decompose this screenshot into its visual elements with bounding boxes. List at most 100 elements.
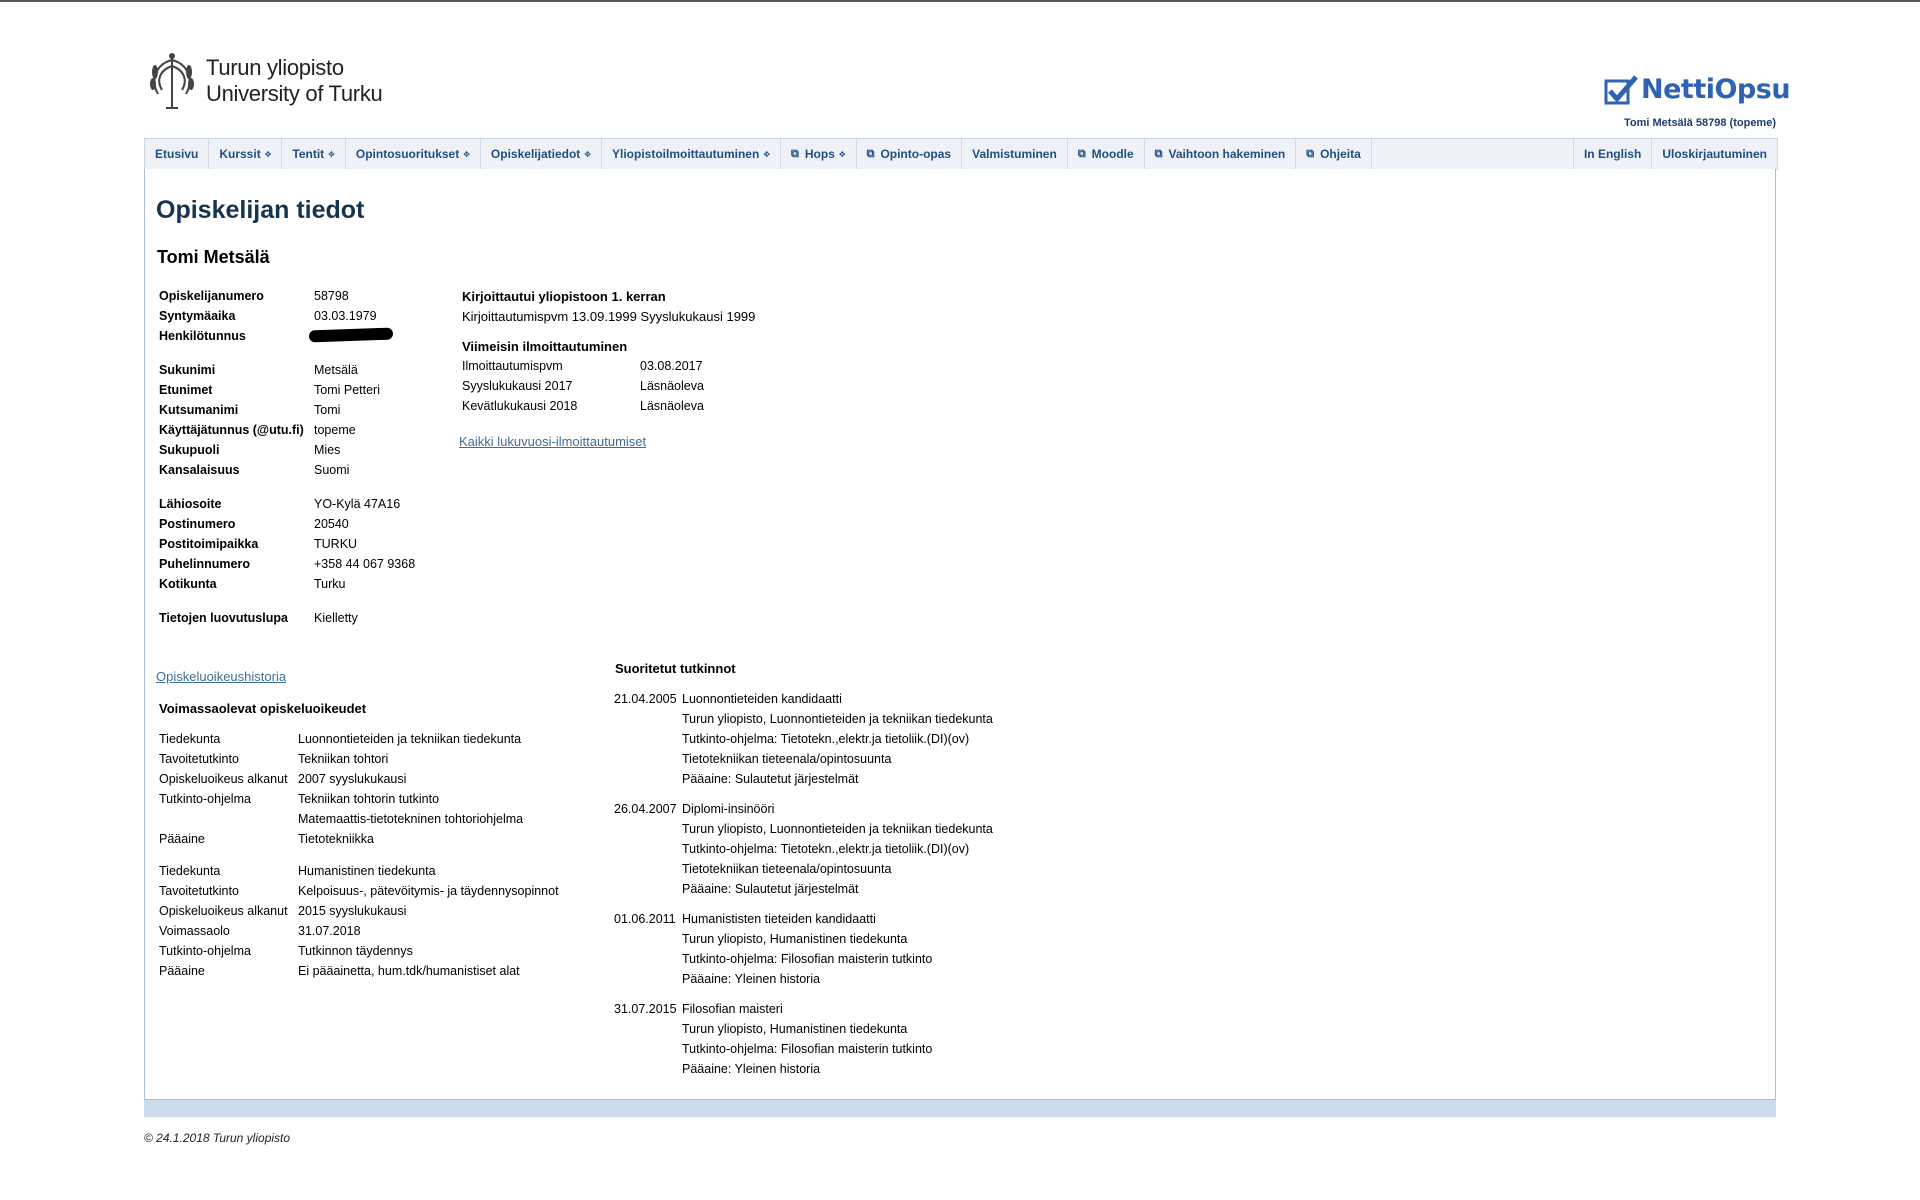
info-value: Mies (314, 443, 341, 457)
degree-detail: Turun yliopisto, Humanistinen tiedekunta (682, 932, 908, 946)
dropdown-icon: ✥ (264, 149, 272, 159)
first-enrollment-heading: Kirjoittautui yliopistoon 1. kerran (462, 289, 666, 304)
nav-opiskelijatiedot[interactable]: Opiskelijatiedot ✥ (481, 139, 602, 169)
dropdown-icon: ✥ (328, 149, 335, 159)
footer-bar (144, 1100, 1776, 1117)
info-value: +358 44 067 9368 (314, 557, 416, 571)
university-logo[interactable]: Turun yliopisto University of Turku (146, 50, 383, 112)
nav-label: Uloskirjautuminen (1662, 147, 1767, 161)
info-label: Opiskelijanumero (159, 289, 264, 303)
nav-opintosuoritukset[interactable]: Opintosuoritukset ✥ (346, 139, 481, 169)
degree-detail: Tutkinto-ohjelma: Tietotekn.,elektr.ja t… (682, 842, 970, 856)
nav-hops[interactable]: ⧉ Hops ✥ (781, 139, 857, 169)
info-row: Kotikunta Turku (159, 577, 415, 597)
info-row: Sukupuoli Mies (159, 443, 415, 463)
info-value: Tomi Petteri (314, 383, 380, 397)
nav-label: Opiskelijatiedot (490, 147, 581, 161)
external-link-icon: ⧉ (866, 147, 875, 160)
nav-in-english[interactable]: In English (1574, 139, 1653, 169)
right-label: Tutkinto-ohjelma (159, 944, 251, 958)
right-row: Voimassaolo 31.07.2018 (159, 924, 559, 944)
external-link-icon: ⧉ (1306, 147, 1315, 160)
degree-title: Filosofian maisteri (682, 1002, 783, 1016)
copyright: © 24.1.2018 Turun yliopisto (144, 1131, 291, 1145)
nav-etusivu[interactable]: Etusivu (145, 139, 210, 169)
latest-enrollment-heading: Viimeisin ilmoittautuminen (462, 339, 628, 354)
nav-moodle[interactable]: ⧉ Moodle (1068, 139, 1145, 169)
right-row: Tiedekunta Humanistinen tiedekunta (159, 864, 559, 884)
info-value: Turku (314, 577, 346, 591)
latest-enrollment-table: Ilmoittautumispvm 03.08.2017 Syyslukukaus… (462, 359, 704, 419)
student-name: Tomi Metsälä (157, 247, 270, 267)
info-row: Tietojen luovutuslupa Kielletty (159, 611, 415, 631)
study-rights-table: Tiedekunta Luonnontieteiden ja tekniikan … (159, 732, 559, 984)
page-title: Opiskelijan tiedot (156, 196, 365, 224)
nettiopsu-brand[interactable]: NettiOpsu (1604, 74, 1791, 105)
info-row: Etunimet Tomi Petteri (159, 383, 415, 403)
nav-label: In English (1583, 147, 1642, 161)
right-row: Tutkinto-ohjelma Tekniikan tohtorin tutki… (159, 792, 559, 812)
first-enrollment-text: Kirjoittautumispvm 13.09.1999 Syyslukuka… (462, 309, 756, 324)
nav-opinto-opas[interactable]: ⧉ Opinto-opas (857, 139, 963, 169)
degree-date: 26.04.2007 (614, 802, 677, 816)
info-value: 03.03.1979 (314, 309, 377, 323)
all-enrollments-link[interactable]: Kaikki lukuvuosi-ilmoittautumiset (459, 434, 646, 449)
degree-detail: Tietotekniikan tieteenala/opintosuunta (682, 862, 892, 876)
nav-valmistuminen[interactable]: Valmistuminen (962, 139, 1068, 169)
right-value: 31.07.2018 (298, 924, 361, 938)
right-row: Tavoitetutkinto Tekniikan tohtori (159, 752, 559, 772)
info-label: Henkilötunnus (159, 329, 246, 343)
right-value: Kelpoisuus-, pätevöitymis- ja täydennyso… (298, 884, 559, 898)
degree-detail: Turun yliopisto, Humanistinen tiedekunta (682, 1022, 908, 1036)
info-row: Opiskelijanumero 58798 (159, 289, 415, 309)
top-rule (0, 0, 1920, 2)
nav-kurssit[interactable]: Kurssit ✥ (209, 139, 283, 169)
right-label: Voimassaolo (159, 924, 230, 938)
info-label: Etunimet (159, 383, 213, 397)
right-label: Opiskeluoikeus alkanut (159, 904, 288, 918)
right-value: Tekniikan tohtorin tutkinto (298, 792, 440, 806)
degrees-list: 21.04.2005 Luonnontieteiden kandidaatti T… (614, 692, 993, 1092)
nav-label: Kurssit (219, 147, 261, 161)
enrollment-value: 03.08.2017 (640, 359, 703, 373)
right-value: Luonnontieteiden ja tekniikan tiedekunta (298, 732, 522, 746)
degree-date: 01.06.2011 (614, 912, 676, 926)
info-value: Tomi (314, 403, 341, 417)
info-label: Sukunimi (159, 363, 216, 377)
nav-label: Opintosuoritukset (355, 147, 460, 161)
nav-label: Hops (804, 147, 835, 161)
nav-label: Tentit (292, 147, 325, 161)
right-row: Tavoitetutkinto Kelpoisuus-, pätevöitymis… (159, 884, 559, 904)
info-row: Sukunimi Metsälä (159, 363, 415, 383)
right-value: Ei pääainetta, hum.tdk/humanistiset alat (298, 964, 520, 978)
right-label: Tavoitetutkinto (159, 752, 239, 766)
right-row: Opiskeluoikeus alkanut 2007 syyslukukausi (159, 772, 559, 792)
degree-detail: Turun yliopisto, Luonnontieteiden ja tek… (682, 822, 993, 836)
nav-uloskirjautuminen[interactable]: Uloskirjautuminen (1652, 139, 1777, 169)
study-rights-history-link[interactable]: Opiskeluoikeushistoria (156, 669, 286, 684)
degrees-heading: Suoritetut tutkinnot (615, 661, 736, 676)
right-value: Tietotekniikka (298, 832, 374, 846)
nav-vaihtoon-hakeminen[interactable]: ⧉ Vaihtoon hakeminen (1145, 139, 1297, 169)
basic-info-table: Opiskelijanumero 58798 Syntymäaika 03.03.1… (159, 289, 415, 631)
degree-detail: Turun yliopisto, Luonnontieteiden ja tek… (682, 712, 993, 726)
university-emblem-icon (150, 53, 194, 109)
right-label (159, 812, 298, 832)
nav-label: Yliopistoilmoittautuminen (611, 147, 760, 161)
degree-detail: Tutkinto-ohjelma: Filosofian maisterin t… (682, 1042, 933, 1056)
degree-item: 26.04.2007 Diplomi-insinööri Turun yliopi… (614, 802, 993, 902)
degree-item: 01.06.2011 Humanististen tieteiden kandid… (614, 912, 993, 992)
degree-detail: Pääaine: Sulautetut järjestelmät (682, 882, 859, 896)
external-link-icon: ⧉ (1154, 147, 1163, 160)
nav-ohjeita[interactable]: ⧉ Ohjeita (1296, 139, 1372, 169)
nav-yliopistoilmoittautuminen[interactable]: Yliopistoilmoittautuminen ✥ (602, 139, 782, 169)
degree-detail: Tietotekniikan tieteenala/opintosuunta (682, 752, 892, 766)
degree-detail: Pääaine: Yleinen historia (682, 972, 821, 986)
degree-title: Diplomi-insinööri (682, 802, 775, 816)
enrollment-label: Ilmoittautumispvm (462, 359, 563, 373)
info-row: Postitoimipaikka TURKU (159, 537, 415, 557)
info-value: topeme (314, 423, 356, 437)
info-value: 58798 (314, 289, 349, 303)
nav-tentit[interactable]: Tentit ✥ (282, 139, 346, 169)
right-row: Opiskeluoikeus alkanut 2015 syyslukukausi (159, 904, 559, 924)
